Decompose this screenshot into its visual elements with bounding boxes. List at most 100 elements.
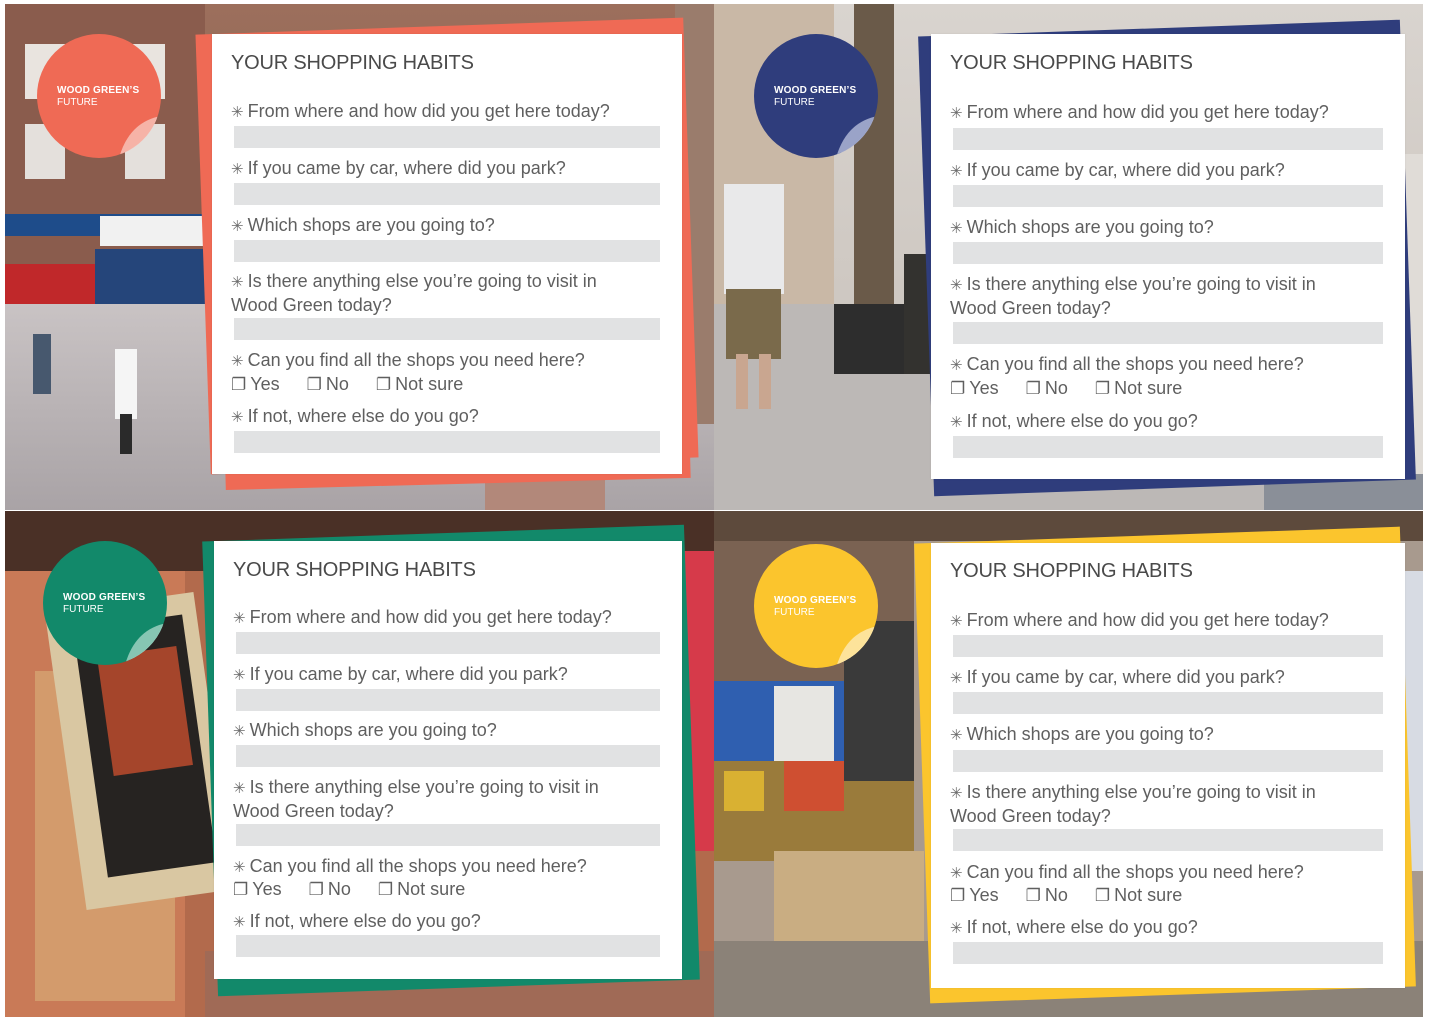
- card-yellow: WOOD GREEN’S FUTURE YOUR SHOPPING HABITS…: [714, 511, 1423, 1017]
- option-no[interactable]: ❐ No: [1026, 885, 1068, 905]
- checkbox-icon[interactable]: ❐: [376, 375, 391, 394]
- option-yes[interactable]: ❐ Yes: [231, 374, 280, 394]
- asterisk-bullet-icon: ✳: [231, 353, 244, 370]
- question-elsewhere: ✳ If not, where else do you go?: [231, 406, 479, 426]
- badge-subtitle: FUTURE: [774, 607, 815, 618]
- answer-field[interactable]: [234, 183, 660, 205]
- answer-field[interactable]: [953, 242, 1383, 264]
- asterisk-bullet-icon: ✳: [233, 780, 246, 797]
- asterisk-bullet-icon: ✳: [950, 920, 963, 937]
- form-title: YOUR SHOPPING HABITS: [231, 52, 474, 74]
- form-title: YOUR SHOPPING HABITS: [950, 560, 1193, 582]
- answer-field[interactable]: [953, 829, 1383, 851]
- answer-field[interactable]: [953, 635, 1383, 657]
- asterisk-bullet-icon: ✳: [233, 667, 246, 684]
- wood-greens-future-badge: WOOD GREEN’S FUTURE: [37, 34, 161, 158]
- question-travel: ✳ From where and how did you get here tod…: [231, 101, 610, 121]
- answer-field[interactable]: [236, 935, 660, 957]
- asterisk-bullet-icon: ✳: [233, 610, 246, 627]
- question-other-visit: ✳ Is there anything else you’re going to …: [233, 777, 599, 821]
- checkbox-icon[interactable]: ❐: [233, 880, 248, 899]
- checkbox-icon[interactable]: ❐: [307, 375, 322, 394]
- checkbox-icon[interactable]: ❐: [378, 880, 393, 899]
- question-other-visit: ✳ Is there anything else you’re going to …: [950, 274, 1316, 318]
- answer-field[interactable]: [234, 240, 660, 262]
- wood-greens-future-badge: WOOD GREEN’S FUTURE: [43, 541, 167, 665]
- question-travel: ✳ From where and how did you get here tod…: [233, 607, 612, 627]
- answer-field[interactable]: [953, 750, 1383, 772]
- answer-field[interactable]: [236, 824, 660, 846]
- asterisk-bullet-icon: ✳: [233, 723, 246, 740]
- answer-field[interactable]: [953, 322, 1383, 344]
- answer-options: ❐ Yes ❐ No ❐ Not sure: [233, 879, 487, 900]
- option-no[interactable]: ❐ No: [309, 879, 351, 899]
- badge-title: WOOD GREEN’S: [774, 85, 857, 96]
- checkbox-icon[interactable]: ❐: [1095, 886, 1110, 905]
- asterisk-bullet-icon: ✳: [231, 274, 244, 291]
- form-title: YOUR SHOPPING HABITS: [233, 559, 476, 581]
- survey-card: YOUR SHOPPING HABITS ✳ From where and how…: [931, 34, 1405, 479]
- option-yes[interactable]: ❐ Yes: [950, 885, 999, 905]
- option-yes[interactable]: ❐ Yes: [950, 378, 999, 398]
- page-curl-icon: [119, 114, 161, 158]
- answer-field[interactable]: [953, 436, 1383, 458]
- badge-subtitle: FUTURE: [63, 604, 104, 615]
- asterisk-bullet-icon: ✳: [233, 859, 246, 876]
- checkbox-icon[interactable]: ❐: [950, 379, 965, 398]
- option-no[interactable]: ❐ No: [307, 374, 349, 394]
- option-not-sure[interactable]: ❐ Not sure: [376, 374, 463, 394]
- question-find-shops: ✳ Can you find all the shops you need her…: [950, 354, 1304, 374]
- answer-field[interactable]: [234, 126, 660, 148]
- answer-field[interactable]: [236, 632, 660, 654]
- question-travel: ✳ From where and how did you get here tod…: [950, 610, 1329, 630]
- question-parking: ✳ If you came by car, where did you park?: [231, 158, 566, 178]
- question-parking: ✳ If you came by car, where did you park?: [233, 664, 568, 684]
- card-navy: WOOD GREEN’S FUTURE YOUR SHOPPING HABITS…: [714, 4, 1423, 510]
- option-not-sure[interactable]: ❐ Not sure: [1095, 378, 1182, 398]
- answer-options: ❐ Yes ❐ No ❐ Not sure: [231, 374, 485, 395]
- answer-field[interactable]: [236, 689, 660, 711]
- page-curl-icon: [836, 114, 878, 158]
- question-parking: ✳ If you came by car, where did you park?: [950, 667, 1285, 687]
- question-find-shops: ✳ Can you find all the shops you need her…: [231, 350, 585, 370]
- asterisk-bullet-icon: ✳: [950, 105, 963, 122]
- option-no[interactable]: ❐ No: [1026, 378, 1068, 398]
- checkbox-icon[interactable]: ❐: [1026, 886, 1041, 905]
- asterisk-bullet-icon: ✳: [950, 277, 963, 294]
- asterisk-bullet-icon: ✳: [231, 104, 244, 121]
- question-find-shops: ✳ Can you find all the shops you need her…: [233, 856, 587, 876]
- answer-options: ❐ Yes ❐ No ❐ Not sure: [950, 885, 1204, 906]
- question-other-visit: ✳ Is there anything else you’re going to …: [950, 782, 1316, 826]
- answer-field[interactable]: [953, 942, 1383, 964]
- asterisk-bullet-icon: ✳: [950, 163, 963, 180]
- asterisk-bullet-icon: ✳: [950, 613, 963, 630]
- question-other-visit: ✳ Is there anything else you’re going to …: [231, 271, 597, 315]
- answer-field[interactable]: [234, 318, 660, 340]
- question-parking: ✳ If you came by car, where did you park?: [950, 160, 1285, 180]
- answer-options: ❐ Yes ❐ No ❐ Not sure: [950, 378, 1204, 399]
- badge-title: WOOD GREEN’S: [63, 592, 146, 603]
- answer-field[interactable]: [953, 185, 1383, 207]
- option-not-sure[interactable]: ❐ Not sure: [378, 879, 465, 899]
- question-shops: ✳ Which shops are you going to?: [950, 724, 1214, 744]
- option-yes[interactable]: ❐ Yes: [233, 879, 282, 899]
- asterisk-bullet-icon: ✳: [231, 409, 244, 426]
- answer-field[interactable]: [236, 745, 660, 767]
- checkbox-icon[interactable]: ❐: [950, 886, 965, 905]
- checkbox-icon[interactable]: ❐: [1095, 379, 1110, 398]
- checkbox-icon[interactable]: ❐: [309, 880, 324, 899]
- page-curl-icon: [836, 624, 878, 668]
- question-find-shops: ✳ Can you find all the shops you need her…: [950, 862, 1304, 882]
- card-coral: WOOD GREEN’S FUTURE YOUR SHOPPING HABITS…: [5, 4, 714, 510]
- answer-field[interactable]: [953, 128, 1383, 150]
- checkbox-icon[interactable]: ❐: [1026, 379, 1041, 398]
- answer-field[interactable]: [234, 431, 660, 453]
- badge-title: WOOD GREEN’S: [57, 85, 140, 96]
- form-title: YOUR SHOPPING HABITS: [950, 52, 1193, 74]
- checkbox-icon[interactable]: ❐: [231, 375, 246, 394]
- question-shops: ✳ Which shops are you going to?: [950, 217, 1214, 237]
- question-elsewhere: ✳ If not, where else do you go?: [950, 411, 1198, 431]
- answer-field[interactable]: [953, 692, 1383, 714]
- question-shops: ✳ Which shops are you going to?: [233, 720, 497, 740]
- option-not-sure[interactable]: ❐ Not sure: [1095, 885, 1182, 905]
